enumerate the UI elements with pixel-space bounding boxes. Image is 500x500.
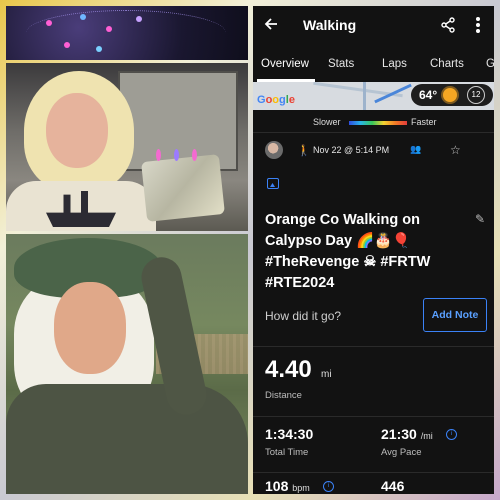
add-note-button[interactable]: Add Note [423, 298, 487, 332]
outdoor-selfie-photo [6, 234, 248, 494]
face-shape [46, 93, 108, 168]
activity-meta-row: 🚶 Nov 22 @ 5:14 PM 👥 ☆ [253, 141, 494, 163]
distance-value: 4.40 [265, 356, 312, 383]
route-map[interactable]: Google 64° 12 [253, 82, 494, 110]
gift-box [141, 154, 225, 222]
light-dot [136, 16, 142, 22]
heart-rate: 108 bpm [265, 478, 310, 494]
arrow-left-icon[interactable] [263, 16, 283, 36]
tab-charts[interactable]: Charts [430, 58, 464, 70]
wind-direction-icon: 12 [467, 86, 485, 104]
star-icon[interactable]: ☆ [450, 143, 461, 157]
page-title: Walking [303, 17, 357, 33]
tab-stats[interactable]: Stats [328, 58, 354, 70]
avg-pace: 21:30 /mi [381, 426, 433, 442]
heart-rate-value: 108 [265, 478, 289, 494]
light-dot [64, 42, 70, 48]
light-dot [96, 46, 102, 52]
speed-gradient-bar [349, 121, 407, 125]
weather-pill[interactable]: 64° 12 [411, 84, 493, 106]
candle-flame [156, 149, 161, 161]
avg-pace-label: Avg Pace [381, 447, 422, 458]
activity-date: Nov 22 @ 5:14 PM [313, 145, 390, 155]
activity-name: Orange Co Walking on Calypso Day 🌈🎂🎈 #Th… [265, 212, 431, 291]
walking-icon: 🚶 [297, 145, 311, 157]
edit-pencil-icon[interactable]: ✎ [475, 212, 485, 226]
divider [253, 416, 494, 417]
party-lights-photo [6, 6, 248, 60]
top-app-bar: Walking [253, 6, 494, 46]
temperature: 64° [419, 88, 438, 102]
total-time-label: Total Time [265, 447, 309, 458]
light-dot [80, 14, 86, 20]
distance-label: Distance [265, 390, 302, 401]
tab-bar: Overview Stats Laps Charts G [253, 50, 494, 82]
face-shape [54, 282, 126, 374]
slower-label: Slower [313, 117, 341, 127]
faster-label: Faster [411, 117, 437, 127]
light-dot [46, 20, 52, 26]
speed-legend: Slower Faster [253, 114, 494, 130]
candle-flame [174, 149, 179, 161]
activity-screen: Walking Overview Stats Laps Charts G Goo… [253, 6, 494, 494]
more-vertical-icon[interactable] [473, 15, 483, 37]
map-road [363, 82, 366, 110]
feel-question: How did it go? [265, 309, 342, 323]
tab-laps[interactable]: Laps [382, 58, 407, 70]
tab-overview[interactable]: Overview [261, 58, 309, 70]
heart-rate-info-icon[interactable]: i [323, 481, 334, 492]
divider [253, 346, 494, 347]
light-dot [106, 26, 112, 32]
tab-more[interactable]: G [486, 58, 494, 70]
share-icon[interactable] [440, 17, 458, 35]
heart-rate-unit: bpm [292, 483, 310, 493]
divider [253, 132, 494, 133]
google-logo: Google [257, 94, 295, 106]
avg-pace-value: 21:30 [381, 426, 417, 442]
avatar[interactable] [265, 141, 283, 159]
people-icon[interactable]: 👥 [410, 144, 421, 155]
avg-pace-unit: /mi [420, 431, 433, 441]
add-photo-icon[interactable] [267, 178, 279, 189]
distance-unit: mi [321, 369, 332, 380]
hoodie-shape [6, 384, 248, 494]
cake-selfie-photo [6, 63, 248, 231]
pace-info-icon[interactable]: i [446, 429, 457, 440]
candle-flame [192, 149, 197, 161]
calories-value: 446 [381, 478, 405, 494]
light-string [26, 10, 226, 56]
sun-icon [443, 88, 457, 102]
total-time-value: 1:34:30 [265, 426, 314, 442]
divider [253, 472, 494, 473]
